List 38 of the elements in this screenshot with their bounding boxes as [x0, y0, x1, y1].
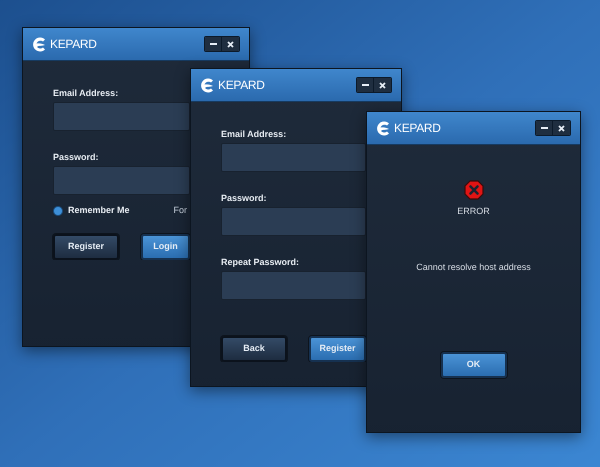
field-label: Email Address:: [53, 87, 120, 99]
input-field[interactable]: [53, 166, 190, 195]
minimize-icon: [540, 127, 548, 129]
remember-radio[interactable]: [53, 206, 63, 216]
logo-icon: [32, 36, 48, 52]
app-title: KEPARD: [50, 36, 97, 53]
action-button[interactable]: Register: [53, 234, 119, 260]
app-title: KEPARD: [394, 120, 441, 137]
close-icon: [227, 40, 234, 48]
error-message: Cannot resolve host address: [416, 260, 531, 274]
minimize-button[interactable]: [205, 37, 222, 51]
close-button[interactable]: [222, 37, 239, 51]
remember-label: Remember Me: [68, 204, 130, 218]
input-field[interactable]: [221, 271, 366, 300]
field-label: Password:: [221, 192, 268, 204]
close-icon: [558, 124, 565, 132]
close-button[interactable]: [553, 121, 570, 135]
input-field[interactable]: [221, 143, 366, 172]
action-button[interactable]: Register: [309, 336, 366, 362]
minimize-icon: [362, 84, 368, 86]
minimize-button[interactable]: [536, 121, 553, 135]
action-button[interactable]: Back: [221, 336, 287, 362]
action-button[interactable]: Login: [141, 234, 190, 260]
close-icon: [379, 82, 386, 88]
minimize-icon: [210, 43, 216, 45]
forgot-link[interactable]: For: [174, 204, 188, 218]
field-label: Password:: [53, 151, 100, 163]
error-icon: [464, 180, 484, 200]
close-button[interactable]: [374, 78, 391, 92]
input-field[interactable]: [221, 207, 366, 236]
field-label: Repeat Password:: [221, 256, 300, 268]
logo-icon: [376, 120, 392, 136]
error-title: ERROR: [457, 205, 490, 218]
app-title: KEPARD: [218, 77, 265, 94]
logo-icon: [200, 78, 216, 92]
minimize-button[interactable]: [357, 78, 374, 92]
input-field[interactable]: [53, 102, 190, 131]
field-label: Email Address:: [221, 128, 288, 140]
